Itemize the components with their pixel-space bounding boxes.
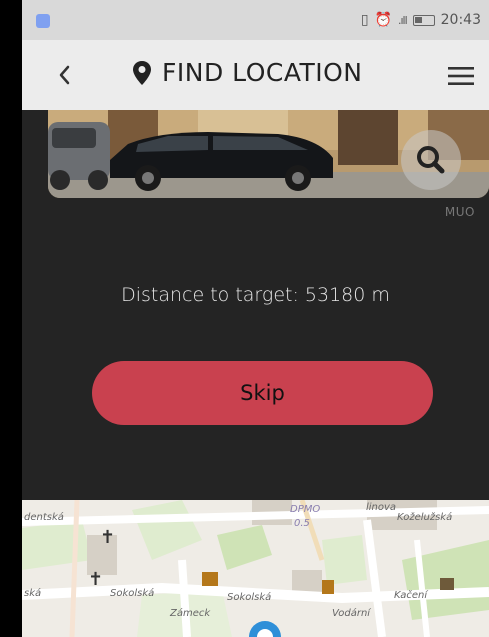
hamburger-menu-icon — [448, 67, 474, 85]
app-bar: FIND LOCATION — [22, 40, 489, 110]
chevron-left-icon — [59, 65, 70, 85]
status-icons: ▯ ⏰ .ıll 20:43 — [361, 12, 481, 28]
search-icon — [417, 146, 445, 174]
vibrate-icon: ▯ — [360, 12, 369, 28]
menu-button[interactable] — [445, 64, 477, 88]
signal-icon: .ıll — [397, 13, 408, 27]
map-label: linova — [366, 502, 397, 513]
map-label: Vodární — [332, 608, 371, 619]
svg-text:✝: ✝ — [88, 569, 103, 590]
map-label: Sokolská — [110, 588, 155, 599]
app-notification-icon — [36, 14, 50, 28]
map-label: Sokolská — [227, 592, 272, 603]
map-label: Koželužská — [397, 512, 453, 523]
status-bar: ▯ ⏰ .ıll 20:43 — [22, 0, 489, 40]
map-label: Zámeck — [170, 608, 211, 619]
map-pin-icon — [133, 60, 151, 85]
status-time: 20:43 — [440, 12, 481, 28]
map-label: 0.5 — [294, 518, 310, 529]
distance-to-target: Distance to target: 53180 m — [121, 284, 390, 306]
page-title: FIND LOCATION — [162, 58, 363, 87]
map-label: ská — [24, 588, 42, 599]
map-view[interactable]: ✝ ✝ dentská Sokolská Sokolská DPMO 0.5 K… — [22, 500, 489, 637]
map-label: Kačení — [394, 590, 428, 601]
main-content: MUO Distance to target: 53180 m Skip — [22, 110, 489, 500]
screen-edge — [0, 0, 22, 637]
photo-search-button[interactable] — [401, 130, 461, 190]
skip-button[interactable]: Skip — [92, 361, 433, 425]
battery-icon — [412, 14, 435, 26]
alarm-icon: ⏰ — [374, 12, 392, 28]
back-button[interactable] — [50, 60, 80, 90]
map-label: dentská — [24, 512, 64, 523]
title-group: FIND LOCATION — [132, 58, 363, 87]
svg-text:✝: ✝ — [100, 527, 115, 548]
photo-source-label: MUO — [444, 205, 475, 219]
map-label: DPMO — [290, 504, 321, 515]
